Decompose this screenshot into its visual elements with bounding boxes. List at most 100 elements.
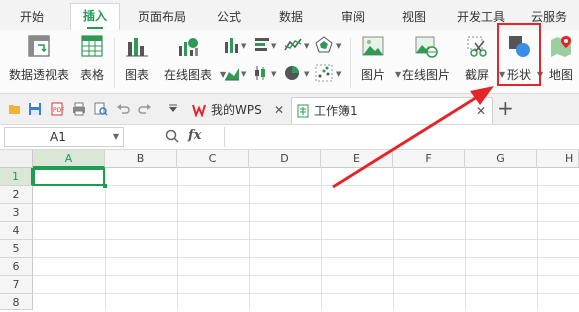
line-chart-button[interactable]: ▼	[283, 36, 313, 56]
chart-button[interactable]: 图表	[124, 34, 150, 82]
online-picture-button[interactable]: 在线图片	[402, 34, 450, 82]
online-chart-button[interactable]: 在线图表 ▼	[164, 34, 226, 82]
tab-workbook-label: 工作簿1	[314, 104, 358, 118]
select-all-corner[interactable]	[0, 150, 33, 168]
undo-icon[interactable]	[116, 102, 130, 116]
document-tab-bar: PDF 我的WPS ✕ 工作簿1 ✕ +	[0, 94, 579, 125]
row-header[interactable]: 2	[0, 186, 33, 204]
map-label: 地图	[548, 68, 574, 82]
wps-logo-icon	[192, 104, 206, 117]
print-icon[interactable]	[72, 102, 86, 116]
online-chart-icon	[176, 34, 200, 58]
insert-function-button[interactable]: fx	[188, 128, 201, 143]
table-icon	[80, 34, 104, 58]
tab-home[interactable]: 开始	[20, 8, 44, 26]
ribbon-separator	[114, 38, 115, 88]
name-box[interactable]: A1 ▼	[4, 127, 124, 147]
pivot-table-label: 数据透视表	[8, 68, 70, 82]
row-header[interactable]: 3	[0, 204, 33, 222]
svg-text:▼: ▼	[271, 70, 277, 78]
column-header[interactable]: C	[177, 150, 249, 168]
svg-text:PDF: PDF	[53, 107, 64, 114]
tab-my-wps[interactable]: 我的WPS ✕	[188, 97, 288, 123]
redo-icon[interactable]	[138, 102, 152, 116]
column-header[interactable]: A	[33, 150, 105, 168]
pie-chart-button[interactable]: ▼	[283, 64, 313, 84]
grid-line	[33, 275, 579, 276]
row-header[interactable]: 4	[0, 222, 33, 240]
close-tab-icon[interactable]: ✕	[274, 97, 284, 123]
column-chart-button[interactable]: ▼	[223, 36, 249, 56]
picture-label: 图片	[360, 68, 386, 82]
picture-dropdown-icon[interactable]: ▼	[395, 70, 401, 79]
line-chart-icon: ▼	[284, 38, 310, 51]
column-header[interactable]: D	[249, 150, 321, 168]
svg-text:▼: ▼	[241, 42, 247, 50]
spreadsheet-doc-icon	[297, 104, 309, 118]
bar-chart-icon	[125, 34, 149, 58]
open-folder-icon[interactable]	[8, 102, 22, 116]
row-header[interactable]: 6	[0, 258, 33, 276]
tab-view[interactable]: 视图	[402, 8, 426, 26]
ribbon-separator	[350, 38, 351, 88]
pivot-table-icon	[27, 34, 51, 58]
bar-chart-button[interactable]: ▼	[253, 36, 279, 56]
picture-icon	[361, 34, 385, 58]
radar-chart-icon: ▼	[315, 36, 342, 53]
row-header[interactable]: 8	[0, 294, 33, 310]
tab-data[interactable]: 数据	[279, 8, 303, 26]
area-chart-icon: ▼	[225, 68, 247, 81]
scatter-chart-icon: ▼	[315, 64, 342, 82]
new-tab-plus-icon[interactable]: +	[497, 96, 514, 120]
svg-text:▼: ▼	[304, 70, 310, 78]
tab-formulas[interactable]: 公式	[217, 8, 241, 26]
svg-text:▼: ▼	[336, 42, 342, 50]
save-icon[interactable]	[28, 102, 42, 116]
zoom-search-icon[interactable]	[165, 129, 179, 143]
row-header[interactable]: 7	[0, 276, 33, 294]
row-header[interactable]: 1	[0, 168, 33, 186]
column-header[interactable]: B	[105, 150, 177, 168]
picture-button[interactable]: 图片 ▼	[361, 34, 401, 82]
active-cell-a1[interactable]	[33, 168, 107, 188]
screenshot-label: 截屏	[464, 68, 490, 82]
grid-line	[33, 257, 579, 258]
map-button[interactable]: 地图	[549, 34, 573, 82]
shapes-highlight-box	[497, 23, 541, 86]
column-header[interactable]: F	[393, 150, 465, 168]
column-header[interactable]: G	[465, 150, 537, 168]
row-header[interactable]: 5	[0, 240, 33, 258]
chart-label: 图表	[124, 68, 150, 82]
screenshot-button[interactable]: 截屏 ▼	[465, 34, 505, 82]
grid-line	[33, 239, 579, 240]
column-header[interactable]: H	[537, 150, 579, 168]
horizontal-bar-chart-icon: ▼	[255, 38, 277, 51]
tab-insert[interactable]: 插入	[70, 3, 121, 31]
table-button[interactable]: 表格	[80, 34, 104, 82]
grid-line	[33, 203, 579, 204]
tab-my-wps-label: 我的WPS	[211, 103, 262, 117]
grid-line	[33, 221, 579, 222]
scissors-icon	[465, 34, 489, 58]
print-preview-icon[interactable]	[94, 102, 108, 116]
export-pdf-icon[interactable]: PDF	[50, 102, 64, 116]
pie-chart-icon: ▼	[285, 66, 310, 80]
tab-page-layout[interactable]: 页面布局	[138, 8, 186, 26]
tab-review[interactable]: 审阅	[341, 8, 365, 26]
svg-text:▼: ▼	[241, 70, 247, 78]
name-box-dropdown-icon[interactable]: ▼	[113, 128, 119, 146]
stock-chart-button[interactable]: ▼	[253, 64, 279, 84]
customize-toolbar-icon[interactable]	[166, 102, 180, 116]
pivot-table-button[interactable]: 数据透视表	[9, 34, 69, 82]
formula-input[interactable]	[224, 127, 579, 147]
online-picture-label: 在线图片	[401, 68, 451, 82]
radar-chart-button[interactable]: ▼	[315, 36, 345, 56]
tab-workbook[interactable]: 工作簿1 ✕	[291, 97, 493, 124]
column-chart-icon: ▼	[225, 38, 247, 53]
column-header[interactable]: E	[321, 150, 393, 168]
formula-bar: A1 ▼ fx	[0, 125, 579, 150]
scatter-chart-button[interactable]: ▼	[315, 64, 345, 84]
stock-chart-icon: ▼	[255, 66, 277, 80]
area-chart-button[interactable]: ▼	[223, 64, 249, 84]
close-tab-icon[interactable]: ✕	[476, 98, 486, 124]
